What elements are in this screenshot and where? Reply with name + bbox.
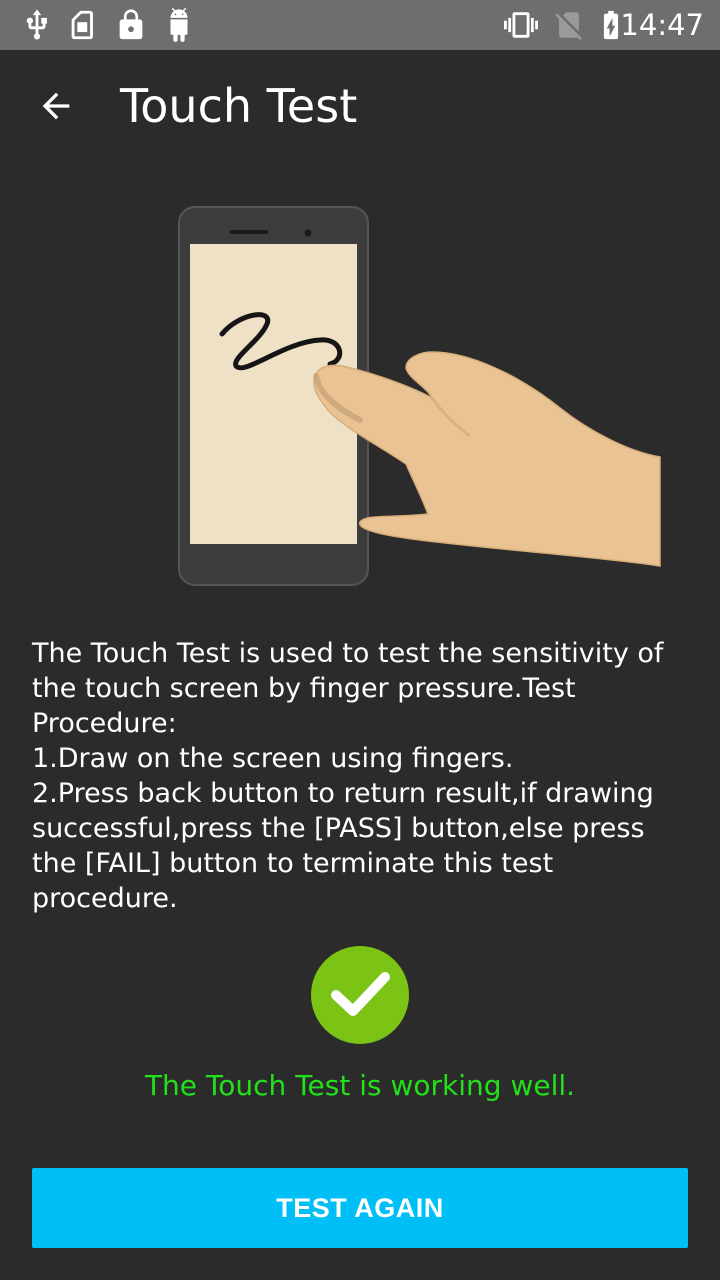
android-debug-icon [170,8,188,42]
sim-toolkit-icon [71,10,93,40]
test-description: The Touch Test is used to test the sensi… [32,636,692,916]
check-circle-icon [311,946,409,1044]
result-status-text: The Touch Test is working well. [144,1069,576,1102]
app-bar: Touch Test [0,50,720,162]
usb-icon [26,9,47,40]
page-title: Touch Test [120,79,358,133]
description-step-1: 1.Draw on the screen using fingers. [32,743,514,774]
status-bar: 14:47 [0,0,720,50]
test-again-button[interactable]: TEST AGAIN [32,1168,688,1248]
description-intro: The Touch Test is used to test the sensi… [32,638,664,739]
vibrate-icon [504,12,538,38]
description-step-2: 2.Press back button to return result,if … [32,778,654,914]
back-button[interactable] [24,74,88,138]
no-sim-icon [555,12,582,41]
phone-finger-drawing-illustration [178,206,661,586]
arrow-back-icon [42,92,70,120]
status-time: 14:47 [620,8,704,42]
lock-icon [119,9,143,40]
